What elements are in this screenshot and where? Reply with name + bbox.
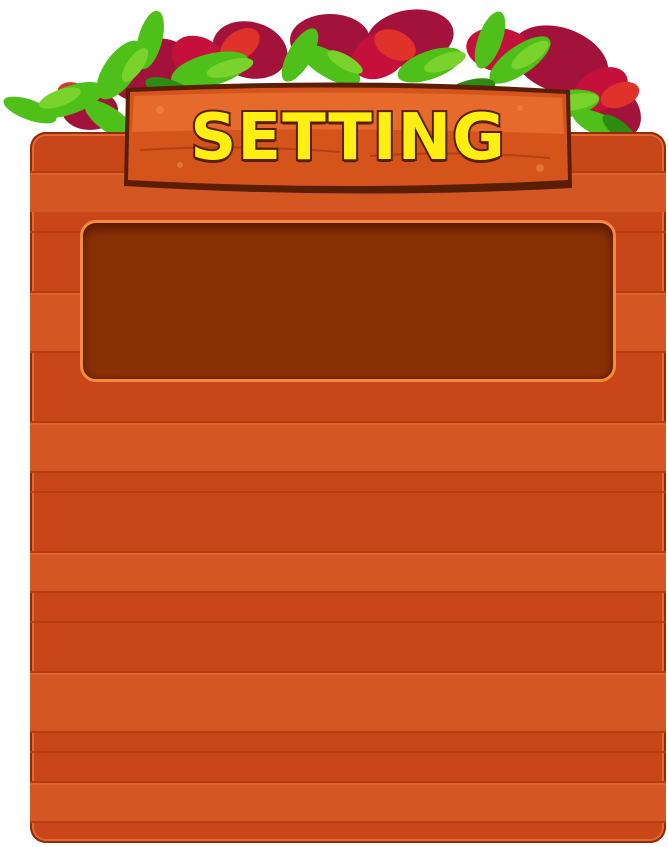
settings-dialog: SETTING bbox=[0, 0, 668, 847]
title-sign: SETTING bbox=[120, 80, 576, 198]
dialog-title: SETTING bbox=[188, 100, 507, 176]
content-panel bbox=[80, 220, 616, 382]
